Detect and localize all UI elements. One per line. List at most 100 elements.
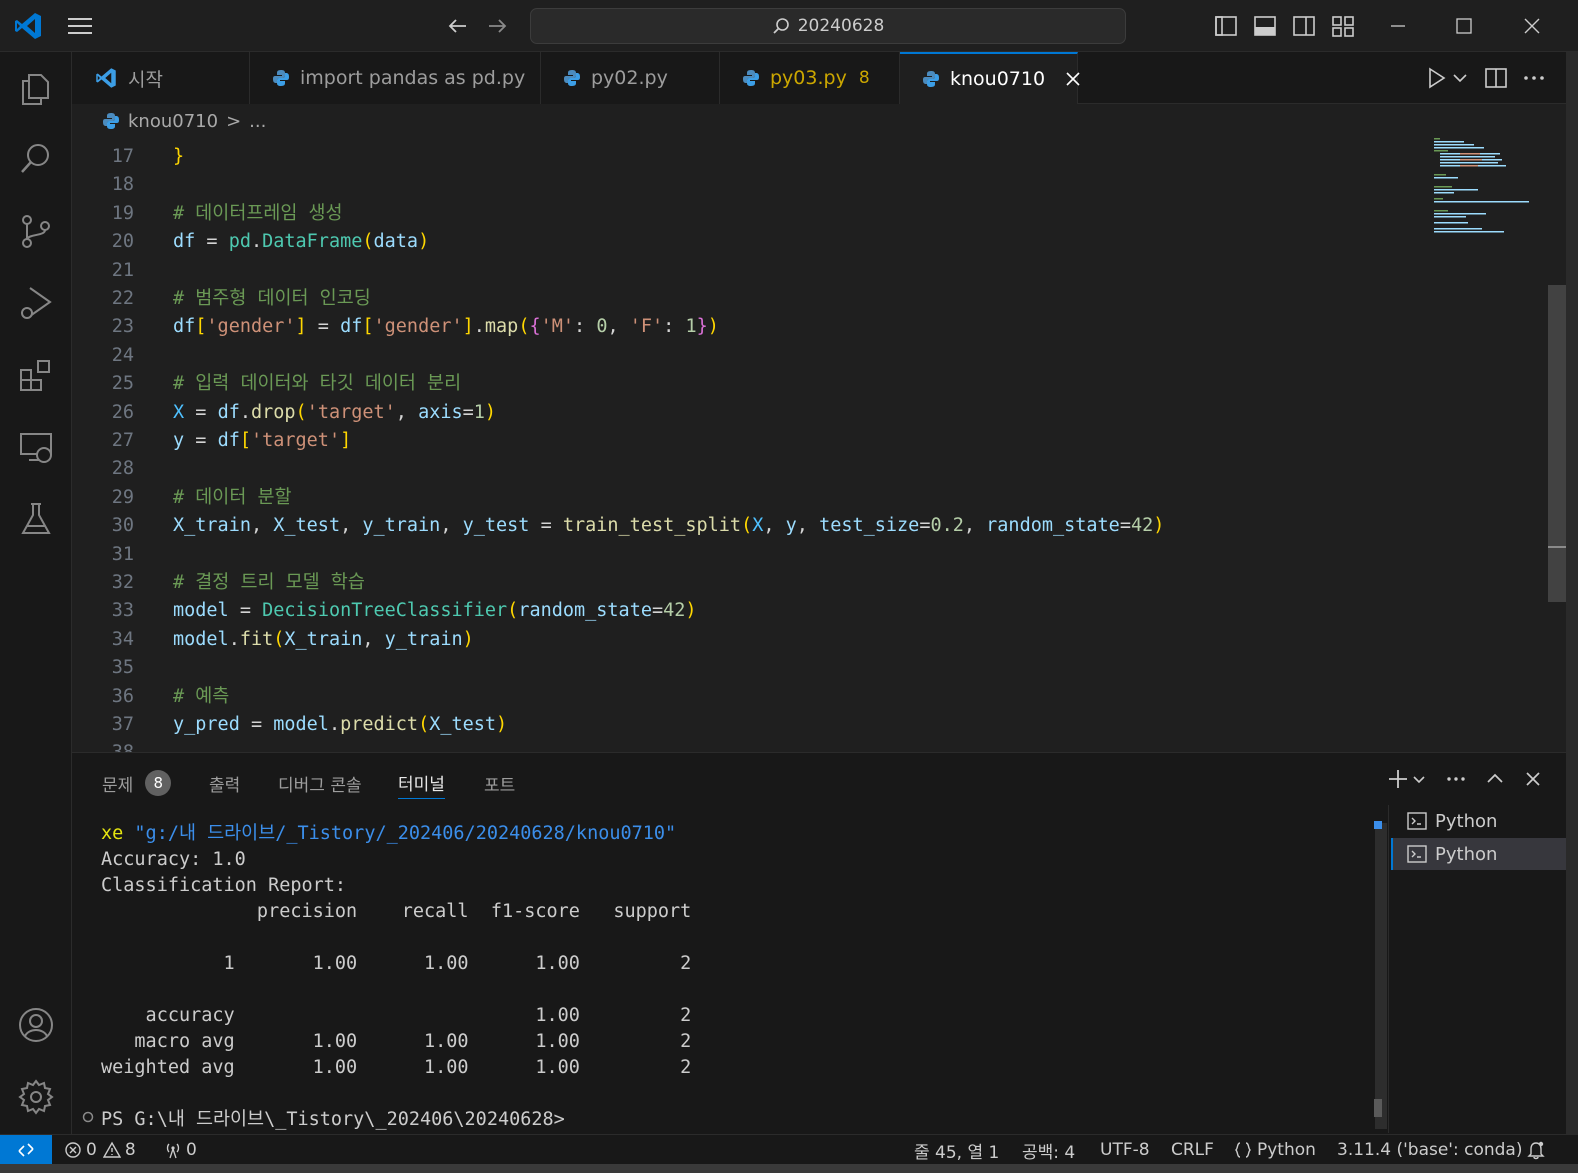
status-bar: 0 8 0 줄 45, 열 1 공백: 4 UTF-8 CRLF Python … [0,1134,1578,1165]
maximize-panel-button[interactable] [1481,765,1509,793]
indentation-status[interactable]: 공백: 4 [1022,1135,1075,1165]
code-line[interactable]: 38 [72,739,1472,752]
code-line[interactable]: 29 # 데이터 분할 [72,484,1472,512]
code-editor[interactable]: 17} 18 19 # 데이터프레임 생성 20 df = pd.DataFrame(da… [72,138,1566,752]
code-line[interactable]: 36 # 예측 [72,683,1472,711]
explorer-button[interactable] [0,54,72,124]
python-interpreter-status[interactable]: 3.11.4 ('base': conda) [1337,1135,1522,1165]
minimize-button[interactable] [1376,10,1420,42]
code-line[interactable]: 35 [72,654,1472,682]
toggle-primary-sidebar-icon[interactable] [1212,12,1240,40]
language-mode-status[interactable]: Python [1233,1135,1316,1165]
breadcrumb-file[interactable]: knou0710 [128,111,218,132]
tab-label: py02.py [591,67,668,89]
customize-layout-icon[interactable] [1329,12,1357,40]
breadcrumb-symbols[interactable]: ... [249,111,266,132]
code-line[interactable]: 32 # 결정 트리 모델 학습 [72,569,1472,597]
tab-welcome[interactable]: 시작 [72,52,250,104]
code-line[interactable]: 21 [72,257,1472,285]
code-line[interactable]: 22 # 범주형 데이터 인코딩 [72,285,1472,313]
run-debug-button[interactable] [0,268,72,338]
accounts-button[interactable] [0,990,72,1060]
toggle-secondary-sidebar-icon[interactable] [1290,12,1318,40]
encoding-status[interactable]: UTF-8 [1100,1135,1150,1165]
activity-bar [0,52,72,1134]
tab-py03[interactable]: py03.py 8 [720,52,900,104]
cursor-position-status[interactable]: 줄 45, 열 1 [914,1135,999,1165]
terminal-profile-dropdown[interactable] [1410,765,1428,793]
code-line[interactable]: 25 # 입력 데이터와 타깃 데이터 분리 [72,370,1472,398]
run-python-file-icon[interactable] [1422,64,1450,92]
new-terminal-button[interactable] [1384,765,1412,793]
terminal-instance-python-2[interactable]: Python [1391,838,1567,870]
code-line[interactable]: 31 [72,541,1472,569]
tab-terminal[interactable]: 터미널 [398,767,445,799]
hamburger-menu-icon[interactable] [66,14,94,38]
arrow-back-icon[interactable] [444,12,472,40]
code-token: ( [507,600,519,622]
search-button[interactable] [0,124,72,194]
panel-more-actions-button[interactable] [1442,765,1470,793]
vscode-logo-icon [15,13,41,39]
problems-status[interactable]: 0 8 [64,1135,136,1165]
source-control-button[interactable] [0,196,72,266]
code-token: ) [484,401,497,423]
code-line[interactable]: 28 [72,455,1472,483]
tab-label: 터미널 [398,775,445,795]
toggle-panel-icon[interactable] [1251,12,1279,40]
code-line[interactable]: 18 [72,171,1472,199]
arrow-forward-icon[interactable] [483,12,511,40]
code-token: , [763,515,786,537]
tab-debug-console[interactable]: 디버그 콘솔 [278,767,362,799]
code-token: y_train [362,515,441,537]
code-line[interactable]: 33 model = DecisionTreeClassifier(random_… [72,597,1472,625]
code-line[interactable]: 24 [72,342,1472,370]
terminal-instance-python-1[interactable]: Python [1391,805,1567,837]
terminal-text: accuracy 1.00 2 [101,1005,692,1026]
maximize-button[interactable] [1442,10,1486,42]
split-editor-icon[interactable] [1482,64,1510,92]
code-token: X_test [429,714,497,735]
code-token: # 입력 데이터와 타깃 데이터 분리 [173,373,462,395]
code-token: , [362,628,385,650]
terminal-output[interactable]: xe "g:/내 드라이브/_Tistory/_202406/20240628/… [101,823,1371,1133]
code-text: } [173,143,184,171]
tab-import-pandas[interactable]: import pandas as pd.py [250,52,541,104]
testing-button[interactable] [0,484,72,554]
editor-scrollbar-thumb[interactable] [1548,285,1566,602]
tab-ports[interactable]: 포트 [484,767,515,799]
code-line[interactable]: 20 df = pd.DataFrame(data) [72,228,1472,256]
tab-problems[interactable]: 문제 8 [102,767,172,799]
tab-knou0710[interactable]: knou0710 [900,52,1081,104]
more-actions-icon[interactable] [1520,64,1548,92]
minimap[interactable] [1430,138,1530,238]
chevron-down-icon [1413,776,1425,784]
tab-py02[interactable]: py02.py [541,52,720,104]
command-center-search[interactable]: 20240628 [530,8,1126,44]
code-line[interactable]: 26 X = df.drop('target', axis=1) [72,399,1472,427]
code-line[interactable]: 34 model.fit(X_train, y_train) [72,626,1472,654]
ports-status[interactable]: 0 [164,1135,197,1165]
notifications-button[interactable] [1526,1135,1550,1165]
code-line[interactable]: 37 y_pred = model.predict(X_test) [72,711,1472,739]
terminal-scrollbar[interactable] [1375,823,1387,1129]
terminal-scroll-thumb[interactable] [1374,1099,1382,1117]
code-line[interactable]: 19 # 데이터프레임 생성 [72,200,1472,228]
code-line[interactable]: 30 X_train, X_test, y_train, y_test = tra… [72,512,1472,540]
eol-status[interactable]: CRLF [1171,1135,1214,1165]
code-token: = [195,231,229,253]
code-line[interactable]: 17} [72,143,1472,171]
manage-settings-button[interactable] [0,1062,72,1132]
code-line[interactable]: 23 df['gender'] = df['gender'].map({'M': … [72,313,1472,341]
tab-output[interactable]: 출력 [209,767,240,799]
line-number: 35 [111,657,134,679]
chevron-down-icon[interactable] [1450,64,1470,92]
close-panel-button[interactable] [1519,765,1547,793]
code-line[interactable]: 27 y = df['target'] [72,427,1472,455]
close-window-button[interactable] [1510,10,1554,42]
remote-explorer-button[interactable] [0,412,72,482]
close-tab-icon[interactable] [1065,71,1081,87]
extensions-button[interactable] [0,340,72,410]
remote-indicator-button[interactable] [0,1135,52,1165]
code-text: y_pred = model.predict(X_test) [173,711,507,739]
